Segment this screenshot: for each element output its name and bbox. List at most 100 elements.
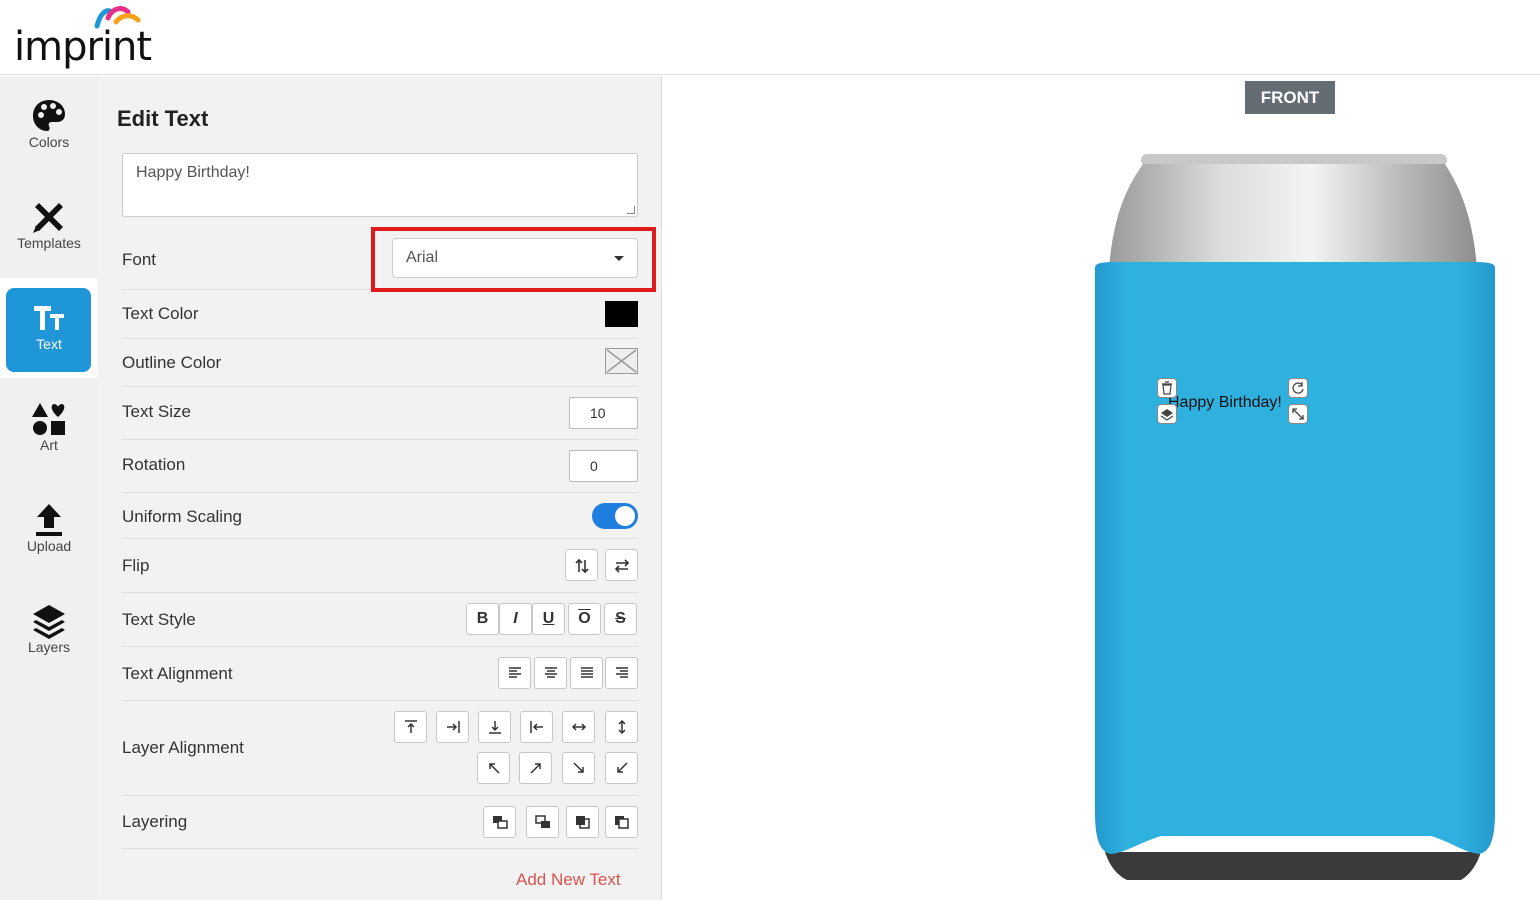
align-bottom-icon (488, 721, 501, 734)
bring-to-front-icon (575, 816, 590, 829)
sidebar-item-text[interactable]: Text (0, 278, 98, 378)
bring-forward-icon (492, 816, 508, 829)
align-bottom-right-button[interactable] (562, 752, 595, 784)
imprint-logo[interactable]: imprint (14, 4, 154, 70)
flip-vertical-button[interactable] (565, 549, 598, 581)
align-top-left-button[interactable] (477, 752, 510, 784)
sidebar-item-templates[interactable]: Templates (0, 177, 98, 277)
text-size-label: Text Size (122, 402, 191, 421)
align-right-edge-button[interactable] (436, 711, 469, 743)
arrow-top-right-icon (529, 763, 541, 774)
flip-label: Flip (122, 556, 150, 575)
align-center-icon (544, 667, 557, 678)
app-header: imprint (0, 0, 1540, 75)
send-to-back-button[interactable] (605, 806, 638, 838)
layering-label: Layering (122, 812, 188, 831)
underline-button[interactable]: U (532, 603, 565, 635)
text-color-swatch[interactable] (605, 301, 638, 327)
design-canvas[interactable]: FRONT Happy Birthday! (663, 76, 1540, 900)
overline-button[interactable]: O (568, 603, 601, 635)
sidebar-label: Upload (26, 538, 72, 554)
text-style-label: Text Style (122, 610, 196, 629)
center-horizontal-button[interactable] (562, 711, 595, 743)
arrow-bottom-right-icon (572, 762, 584, 773)
text-color-label: Text Color (122, 304, 199, 323)
sidebar-item-colors[interactable]: Colors (0, 76, 98, 176)
rotation-label: Rotation (122, 455, 186, 474)
align-bottom-left-button[interactable] (605, 752, 638, 784)
no-color-icon (606, 349, 637, 373)
layer-alignment-label: Layer Alignment (122, 738, 244, 757)
outline-color-label: Outline Color (122, 353, 222, 372)
delete-handle[interactable] (1157, 378, 1177, 398)
align-top-right-button[interactable] (519, 752, 552, 784)
align-top-button[interactable] (394, 711, 427, 743)
align-bottom-button[interactable] (478, 711, 511, 743)
bring-to-front-button[interactable] (566, 806, 599, 838)
sidebar-item-layers[interactable]: Layers (0, 581, 98, 681)
layer-handle[interactable] (1157, 404, 1177, 424)
canvas-text-object[interactable]: Happy Birthday! (1168, 394, 1282, 412)
layering-row: Layering (122, 796, 638, 849)
align-left-button[interactable] (498, 657, 531, 689)
sidebar-label: Art (40, 437, 58, 453)
send-to-back-icon (614, 816, 629, 829)
text-content-input[interactable]: Happy Birthday! (122, 153, 638, 217)
logo-text: imprint (14, 24, 152, 70)
outline-color-row: Outline Color (122, 339, 638, 387)
text-color-row: Text Color (122, 290, 638, 339)
templates-icon (33, 203, 63, 233)
bold-button[interactable]: B (466, 603, 499, 635)
shapes-icon (32, 403, 65, 435)
uniform-scaling-toggle[interactable] (592, 503, 638, 529)
flip-vertical-icon (574, 558, 589, 574)
strikethrough-button[interactable]: S (604, 603, 637, 635)
align-right-edge-icon (446, 721, 460, 733)
align-right-icon (615, 667, 628, 678)
align-left-edge-icon (529, 721, 543, 733)
align-justify-button[interactable] (570, 657, 603, 689)
center-vertical-button[interactable] (605, 711, 638, 743)
sidebar-label: Colors (28, 134, 70, 150)
sidebar-item-upload[interactable]: Upload (0, 480, 98, 580)
bring-forward-button[interactable] (483, 806, 516, 838)
uniform-scaling-row: Uniform Scaling (122, 493, 638, 539)
edit-text-panel: Edit Text Happy Birthday! Font Arial Tex… (98, 76, 662, 900)
text-alignment-row: Text Alignment (122, 647, 638, 701)
front-side-tab[interactable]: FRONT (1245, 81, 1335, 114)
sidebar-item-art[interactable]: Art (0, 379, 98, 479)
text-content-value: Happy Birthday! (136, 164, 250, 181)
rotate-handle[interactable] (1288, 378, 1308, 398)
panel-title: Edit Text (117, 106, 209, 131)
rotate-icon (1292, 382, 1304, 394)
flip-horizontal-button[interactable] (605, 549, 638, 581)
align-right-button[interactable] (605, 657, 638, 689)
upload-icon (36, 504, 62, 536)
send-backward-button[interactable] (526, 806, 559, 838)
layer-alignment-row: Layer Alignment (122, 701, 638, 796)
resize-icon (1292, 408, 1304, 420)
align-left-edge-button[interactable] (520, 711, 553, 743)
align-justify-icon (580, 667, 593, 678)
layers-icon (1160, 409, 1174, 421)
align-center-button[interactable] (534, 657, 567, 689)
send-backward-icon (534, 815, 550, 828)
uniform-scaling-label: Uniform Scaling (122, 507, 242, 526)
align-top-icon (404, 720, 417, 733)
center-horizontal-icon (571, 723, 586, 731)
rotation-input[interactable]: 0 (569, 450, 638, 482)
text-size-input[interactable]: 10 (569, 397, 638, 429)
resize-handle[interactable] (1288, 404, 1308, 424)
text-icon (34, 306, 64, 330)
italic-button[interactable]: I (499, 603, 532, 635)
outline-color-swatch[interactable] (605, 348, 638, 374)
add-new-text-link[interactable]: Add New Text (516, 870, 621, 890)
center-vertical-icon (617, 719, 626, 735)
palette-icon (33, 100, 65, 131)
resize-handle[interactable] (627, 206, 635, 214)
text-style-row: Text Style B I U O S (122, 593, 638, 647)
font-label: Font (122, 250, 157, 269)
sidebar-label: Layers (27, 639, 71, 655)
arrow-bottom-left-icon (616, 762, 628, 773)
toggle-knob (615, 506, 635, 526)
